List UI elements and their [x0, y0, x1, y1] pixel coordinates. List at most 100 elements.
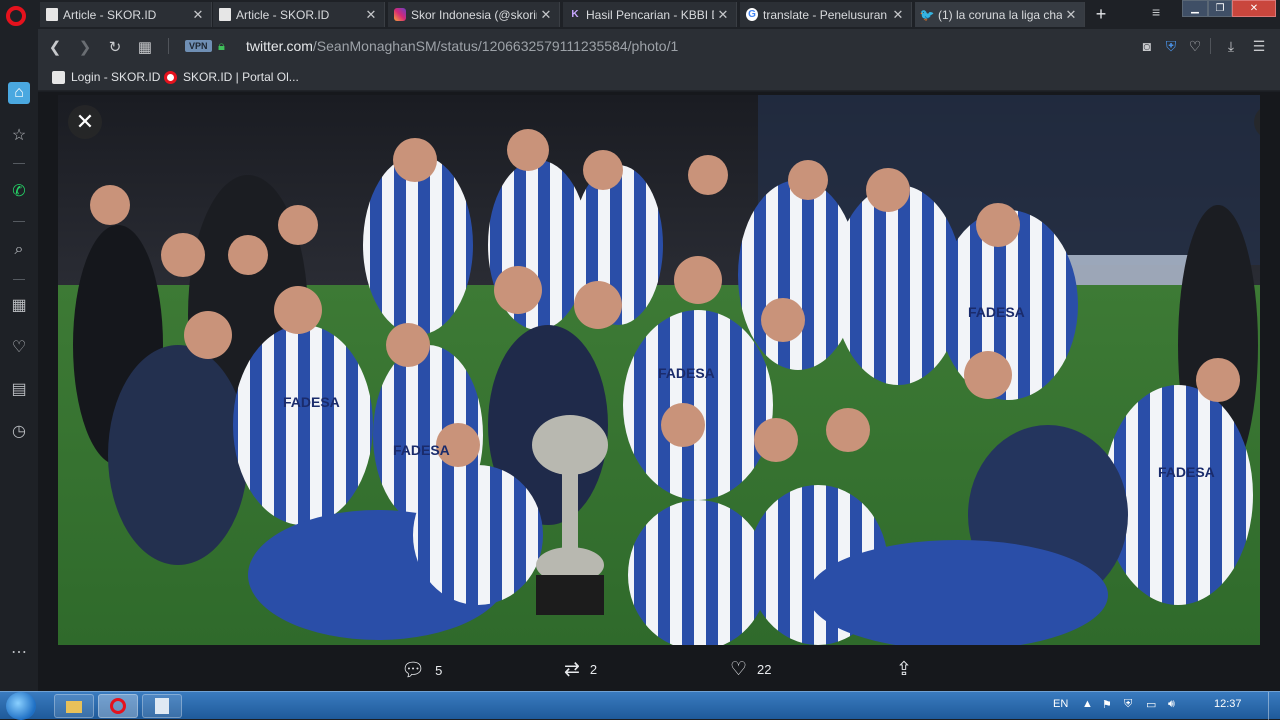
network-icon[interactable]: ▭: [1146, 698, 1156, 711]
whatsapp-icon[interactable]: ✆: [8, 181, 30, 203]
security-icon[interactable]: ⛨: [1124, 698, 1132, 711]
tweet-actions: 💬︎ 5 ⇄ 2 ♡ 22 ⇪: [38, 654, 1280, 684]
close-tab-icon[interactable]: ✕: [889, 7, 907, 23]
close-photo-button[interactable]: ✕: [68, 105, 102, 139]
svg-text:FADESA: FADESA: [968, 304, 1025, 320]
retweet-count: 2: [589, 662, 598, 677]
maximize-button[interactable]: ❐: [1208, 0, 1232, 17]
close-tab-icon[interactable]: ✕: [189, 7, 207, 23]
close-tab-icon[interactable]: ✕: [537, 7, 555, 23]
close-window-button[interactable]: ✕: [1232, 0, 1276, 17]
forward-icon[interactable]: ❯: [76, 38, 94, 56]
bookmark-skor-portal[interactable]: SKOR.ID | Portal Ol...: [164, 70, 299, 84]
kbbi-icon: K: [571, 9, 579, 20]
document-icon: [46, 8, 58, 21]
tabs-grid-icon[interactable]: ▦: [136, 38, 154, 56]
bookmark-login-skor[interactable]: Login - SKOR.ID: [52, 70, 160, 84]
divider: [13, 279, 25, 280]
notepad-icon: [155, 698, 169, 714]
bookmarks-bar: Login - SKOR.ID SKOR.ID | Portal Ol...: [38, 64, 1280, 91]
close-tab-icon[interactable]: ✕: [362, 7, 380, 23]
tab-kbbi[interactable]: K Hasil Pencarian - KBBI Da ✕: [563, 2, 737, 27]
like-button[interactable]: ♡ 22: [730, 658, 772, 681]
reload-icon[interactable]: ↻: [106, 38, 124, 56]
back-icon[interactable]: ❮: [46, 38, 64, 56]
svg-text:FADESA: FADESA: [1158, 464, 1215, 480]
show-hidden-icons-icon[interactable]: ▲: [1082, 698, 1093, 710]
download-icon[interactable]: ⤓: [1222, 38, 1240, 55]
document-icon: [219, 8, 231, 21]
news-icon[interactable]: ▤: [8, 379, 30, 401]
tab-title: Hasil Pencarian - KBBI Da: [586, 7, 714, 22]
divider: [13, 221, 25, 222]
more-icon[interactable]: ⋯: [8, 642, 30, 664]
sidebar: ⌂ ☆ ✆ ⌕ ▦ ♡ ▤ ◷ ⋯: [0, 29, 38, 691]
lock-icon: 🔒︎: [218, 38, 225, 53]
clock[interactable]: 12:37: [1214, 698, 1242, 710]
address-bar: ❮ ❯ ↻ ▦ VPN 🔒︎ twitter.com/SeanMonaghanS…: [38, 29, 1280, 64]
team-photo[interactable]: FADESA FADESA FADESA FADESA FADESA ✕ «: [58, 95, 1260, 645]
flag-icon[interactable]: ⚑: [1102, 698, 1112, 711]
close-tab-icon[interactable]: ✕: [714, 7, 732, 23]
tab-title: (1) la coruna la liga cham: [938, 7, 1062, 22]
tab-bar: Article - SKOR.ID ✕ Article - SKOR.ID ✕ …: [0, 0, 1280, 29]
bookmark-label: SKOR.ID | Portal Ol...: [183, 70, 299, 84]
star-icon[interactable]: ☆: [8, 125, 30, 147]
minimize-button[interactable]: ▁: [1182, 0, 1208, 17]
tab-title: Article - SKOR.ID: [63, 7, 157, 22]
url-domain: twitter.com: [246, 38, 313, 54]
new-tab-button[interactable]: +: [1091, 4, 1111, 24]
tab-article-1[interactable]: Article - SKOR.ID ✕: [40, 2, 212, 27]
bookmark-label: Login - SKOR.ID: [71, 70, 161, 84]
show-desktop-button[interactable]: [1268, 692, 1280, 720]
shield-icon[interactable]: ⛨: [1162, 38, 1180, 55]
divider: [168, 38, 169, 54]
reply-button[interactable]: 💬︎ 5: [401, 658, 442, 682]
speed-dial-icon[interactable]: ▦: [8, 295, 30, 317]
heart-icon[interactable]: ♡: [1186, 38, 1204, 55]
opera-menu-icon[interactable]: [6, 6, 26, 26]
share-icon: ⇪: [896, 659, 912, 680]
photo-viewer: FADESA FADESA FADESA FADESA FADESA ✕ « 💬…: [38, 92, 1280, 691]
search-icon[interactable]: ⌕: [8, 239, 30, 261]
history-icon[interactable]: ◷: [8, 421, 30, 443]
windows-taskbar: EN ▲ ⚑ ⛨ ▭ 🔊︎ 12:37: [0, 691, 1280, 720]
url-path: /SeanMonaghanSM/status/12066325791112355…: [312, 38, 679, 54]
heart-icon: ♡: [730, 659, 748, 680]
like-count: 22: [757, 662, 772, 677]
tab-instagram[interactable]: Skor Indonesia (@skorind ✕: [388, 2, 560, 27]
reply-count: 5: [435, 662, 443, 678]
svg-text:FADESA: FADESA: [393, 442, 450, 458]
divider: [13, 163, 25, 164]
retweet-icon: ⇄: [564, 659, 580, 680]
share-button[interactable]: ⇪: [896, 658, 922, 681]
windows-start-button[interactable]: [6, 692, 36, 720]
folder-icon: [66, 701, 82, 713]
tab-menu-icon[interactable]: ≡: [1152, 4, 1160, 20]
tab-twitter[interactable]: 🐦 (1) la coruna la liga cham ✕: [915, 2, 1085, 27]
volume-icon[interactable]: 🔊︎: [1168, 698, 1175, 711]
camera-icon[interactable]: ◙: [1138, 38, 1156, 54]
tab-title: Skor Indonesia (@skorind: [411, 7, 537, 22]
language-indicator[interactable]: EN: [1053, 698, 1068, 710]
instagram-icon: [394, 8, 406, 21]
svg-text:FADESA: FADESA: [283, 394, 340, 410]
url-field[interactable]: twitter.com/SeanMonaghanSM/status/120663…: [246, 38, 678, 54]
opera-taskbar-button[interactable]: [98, 694, 138, 718]
tab-title: translate - Penelusuran G: [763, 7, 889, 22]
twitter-icon: 🐦: [919, 7, 935, 22]
document-icon: [52, 70, 65, 84]
close-tab-icon[interactable]: ✕: [1062, 7, 1080, 23]
explorer-taskbar-button[interactable]: [54, 694, 94, 718]
vpn-badge[interactable]: VPN: [185, 40, 212, 52]
tab-article-2[interactable]: Article - SKOR.ID ✕: [213, 2, 385, 27]
heart-icon[interactable]: ♡: [8, 337, 30, 359]
retweet-button[interactable]: ⇄ 2: [564, 658, 597, 681]
easy-setup-icon[interactable]: ☰: [1250, 38, 1268, 55]
team-celebration-photo: FADESA FADESA FADESA FADESA FADESA: [58, 95, 1260, 645]
tab-google[interactable]: G translate - Penelusuran G ✕: [740, 2, 912, 27]
google-icon: G: [746, 8, 758, 21]
opera-icon: [110, 698, 126, 714]
notepad-taskbar-button[interactable]: [142, 694, 182, 718]
home-icon[interactable]: ⌂: [8, 82, 30, 104]
